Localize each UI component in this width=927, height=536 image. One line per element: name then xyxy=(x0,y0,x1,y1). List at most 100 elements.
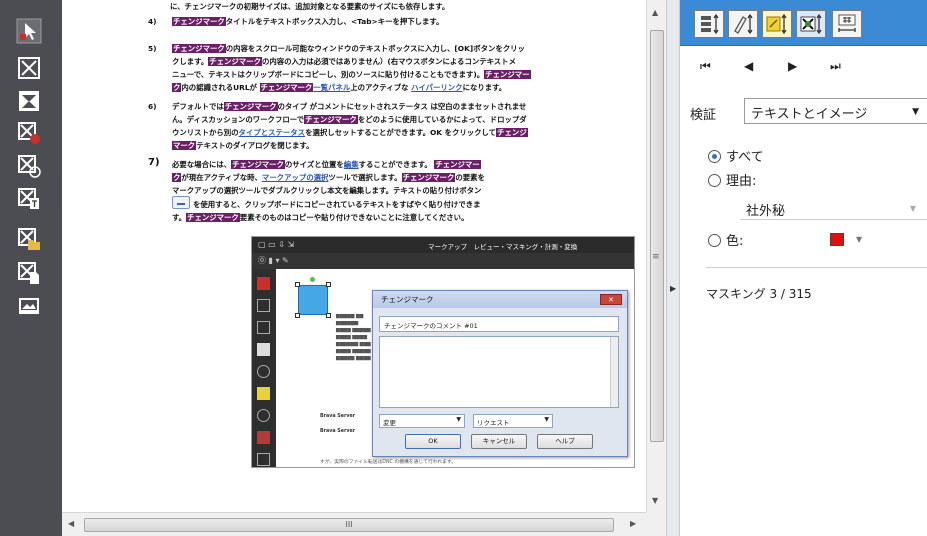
dialog-cancel-button[interactable]: キャンセル xyxy=(471,434,527,449)
panel-splitter[interactable]: ▶ xyxy=(666,0,680,536)
color-swatch[interactable] xyxy=(830,233,844,246)
item-7-text-1c: することができます。 xyxy=(358,160,432,169)
item-7-text-5b: 要素そのものはコピーや貼り付けできないことに注意してください。 xyxy=(239,213,469,222)
resize-handle xyxy=(295,313,300,318)
redact-page-icon[interactable] xyxy=(16,186,42,212)
collapse-panel-arrow-icon[interactable]: ▶ xyxy=(670,284,676,293)
nav-next-button[interactable]: ▶ xyxy=(788,59,797,73)
changemark-highlight: チェンジ xyxy=(496,128,528,137)
redact-folder-icon[interactable] xyxy=(16,226,42,252)
radio-reason-label: 理由: xyxy=(726,174,757,189)
item-4-line: チェンジマークタイトルをテキストボックス入力し、<Tab>キーを押下します。 xyxy=(172,15,443,28)
resize-handle xyxy=(326,313,331,318)
nav-first-button[interactable]: ⏮ xyxy=(700,59,711,74)
item-7-text-1b: のサイズと位置を xyxy=(284,160,344,169)
item-6-line-3: ウンリストから別のタイプとステータスを選択しセットすることができます。OK をク… xyxy=(172,126,528,139)
embedded-image-icon xyxy=(257,343,270,356)
masking-panel: ⏮ ◀ ▶ ⏭ 検証 テキストとイメージ ▼ すべて 理由: 社外秘 ▼ 色: ▼ … xyxy=(680,0,927,536)
scroll-down-arrow-icon[interactable]: ▼ xyxy=(652,496,658,505)
nav-prev-button[interactable]: ◀ xyxy=(744,59,753,73)
dialog-comment-input[interactable]: チェンジマークのコメント #01 xyxy=(379,316,619,332)
changemark-highlight: チェンジマーク xyxy=(231,160,285,169)
item-7-line-4: を使用すると、クリップボードにコピーされているテキストをすばやく貼り付けできま xyxy=(193,200,481,209)
verify-label: 検証 xyxy=(690,108,717,123)
item-5-text-2a: クします。 xyxy=(172,57,209,66)
redact-image-icon[interactable] xyxy=(16,293,42,319)
tab-measure-icon[interactable] xyxy=(832,10,862,38)
radio-all[interactable] xyxy=(708,150,721,163)
changemark-highlight: ク xyxy=(172,83,182,92)
paste-text-button-icon xyxy=(172,196,190,209)
item-5-text-4b: 上のアクティブな xyxy=(350,83,409,92)
dialog-close-button[interactable]: ✕ xyxy=(600,294,622,305)
embedded-bottom-text: すが、実際のファイル転送はDNC の機構を通じて行われます。 xyxy=(320,460,457,465)
horizontal-scroll-thumb[interactable]: III xyxy=(84,518,614,532)
scroll-right-arrow-icon[interactable]: ▶ xyxy=(630,519,636,528)
scroll-left-arrow-icon[interactable]: ◀ xyxy=(68,519,74,528)
dialog-textarea-scrollbar[interactable] xyxy=(610,337,618,407)
hyperlink-link[interactable]: ハイパーリンク xyxy=(411,83,462,92)
dialog-help-button[interactable]: ヘルプ xyxy=(537,434,593,449)
item-6-text-4: テキストのダイアログを閉じます。 xyxy=(196,141,314,150)
verify-select[interactable]: テキストとイメージ ▼ xyxy=(744,98,927,124)
embedded-rect-icon xyxy=(257,453,270,466)
radio-color[interactable] xyxy=(708,234,721,247)
embedded-pen-icon xyxy=(257,299,270,312)
color-dropdown-arrow-icon[interactable]: ▼ xyxy=(856,235,862,244)
left-toolbar xyxy=(0,0,62,536)
embedded-subtoolbar: ⓪ ▮ ▾ ✎ xyxy=(252,253,634,269)
changemark-highlight: チェンジマー xyxy=(434,160,481,169)
chevron-down-icon: ▼ xyxy=(912,107,919,117)
embedded-side-text-2: Brava Server xyxy=(320,429,356,434)
vertical-scroll-thumb[interactable] xyxy=(650,30,664,442)
dialog-status-select[interactable]: リクエスト ▼ xyxy=(473,414,553,428)
item-6-text-2a: ん。ディスカッションのワークフローで xyxy=(172,115,305,124)
redact-area-icon[interactable] xyxy=(16,55,42,81)
item-7-text-5a: す。 xyxy=(172,213,187,222)
document-view: に、チェンジマークの初期サイズは、追加対象となる要素のサイズにも依存します。 4… xyxy=(62,0,646,512)
redact-file-icon[interactable] xyxy=(16,260,42,286)
changemark-highlight: チェンジマーク xyxy=(304,115,358,124)
item-6-text-2b: をどのように使用しているかによって、ドロップダ xyxy=(357,115,527,124)
item-7-line-2: クが現在アクティブな時、マークアップの選択ツールで選択します。チェンジマークの要… xyxy=(172,171,485,184)
document-horizontal-scrollbar[interactable]: ◀ III ▶ xyxy=(62,512,646,536)
embedded-line-icon xyxy=(257,321,270,334)
redact-text-icon[interactable] xyxy=(16,153,42,179)
item-5-text-4c: になります。 xyxy=(462,83,507,92)
item-6-text-3b: を選択しセットすることができます。OK をクリックして xyxy=(305,128,497,137)
radio-reason[interactable] xyxy=(708,174,721,187)
redact-region-icon[interactable] xyxy=(16,88,42,114)
scroll-up-arrow-icon[interactable]: ▲ xyxy=(652,8,658,17)
embedded-subtoolbar-icons: ⓪ ▮ ▾ ✎ xyxy=(258,256,289,265)
document-vertical-scrollbar[interactable]: ▲ ≡ ▼ xyxy=(646,0,666,512)
resize-handle xyxy=(295,282,300,287)
item-5-text-4a: 内の認識されるURLが xyxy=(181,83,257,92)
scroll-corner xyxy=(646,512,666,536)
tab-changemark-icon[interactable] xyxy=(762,10,792,38)
dialog-ok-button[interactable]: OK xyxy=(405,434,461,449)
redact-reason-icon[interactable] xyxy=(16,120,42,146)
item-5-line-2: クします。チェンジマークの内容の入力は必須ではありません）(右マウスボタンによる… xyxy=(172,55,516,68)
embedded-ellipse-icon xyxy=(257,409,270,422)
nav-last-button[interactable]: ⏭ xyxy=(830,59,841,74)
markup-select-link[interactable]: マークアップの選択 xyxy=(262,173,329,182)
tab-markup-icon[interactable] xyxy=(728,10,758,38)
dialog-body-textarea[interactable] xyxy=(379,336,619,408)
dialog-type-select[interactable]: 変更 ▼ xyxy=(379,414,465,428)
resize-handle xyxy=(326,282,331,287)
tab-page-order-icon[interactable] xyxy=(694,10,724,38)
dialog-titlebar: チェンジマーク ✕ xyxy=(373,291,627,308)
type-status-link[interactable]: タイプとステータス xyxy=(239,128,306,137)
reason-select[interactable]: 社外秘 ▼ xyxy=(740,196,927,220)
chevron-down-icon: ▼ xyxy=(909,204,916,213)
tab-masking-icon[interactable] xyxy=(796,10,826,38)
chevron-down-icon: ▼ xyxy=(544,416,549,423)
changemark-list-link[interactable]: 一覧パネル xyxy=(313,83,350,92)
changemark-highlight: チェンジマー xyxy=(484,70,531,79)
changemark-highlight: チェンジマーク xyxy=(259,83,314,92)
item-5-text-3: ニューで、テキストはクリップボードにコピーし、別のソースに貼り付けることもできま… xyxy=(172,70,485,79)
radio-color-label: 色: xyxy=(726,234,744,249)
edit-link[interactable]: 編集 xyxy=(344,160,359,169)
verify-select-value: テキストとイメージ xyxy=(751,107,868,122)
redact-pointer-icon[interactable] xyxy=(16,18,42,44)
